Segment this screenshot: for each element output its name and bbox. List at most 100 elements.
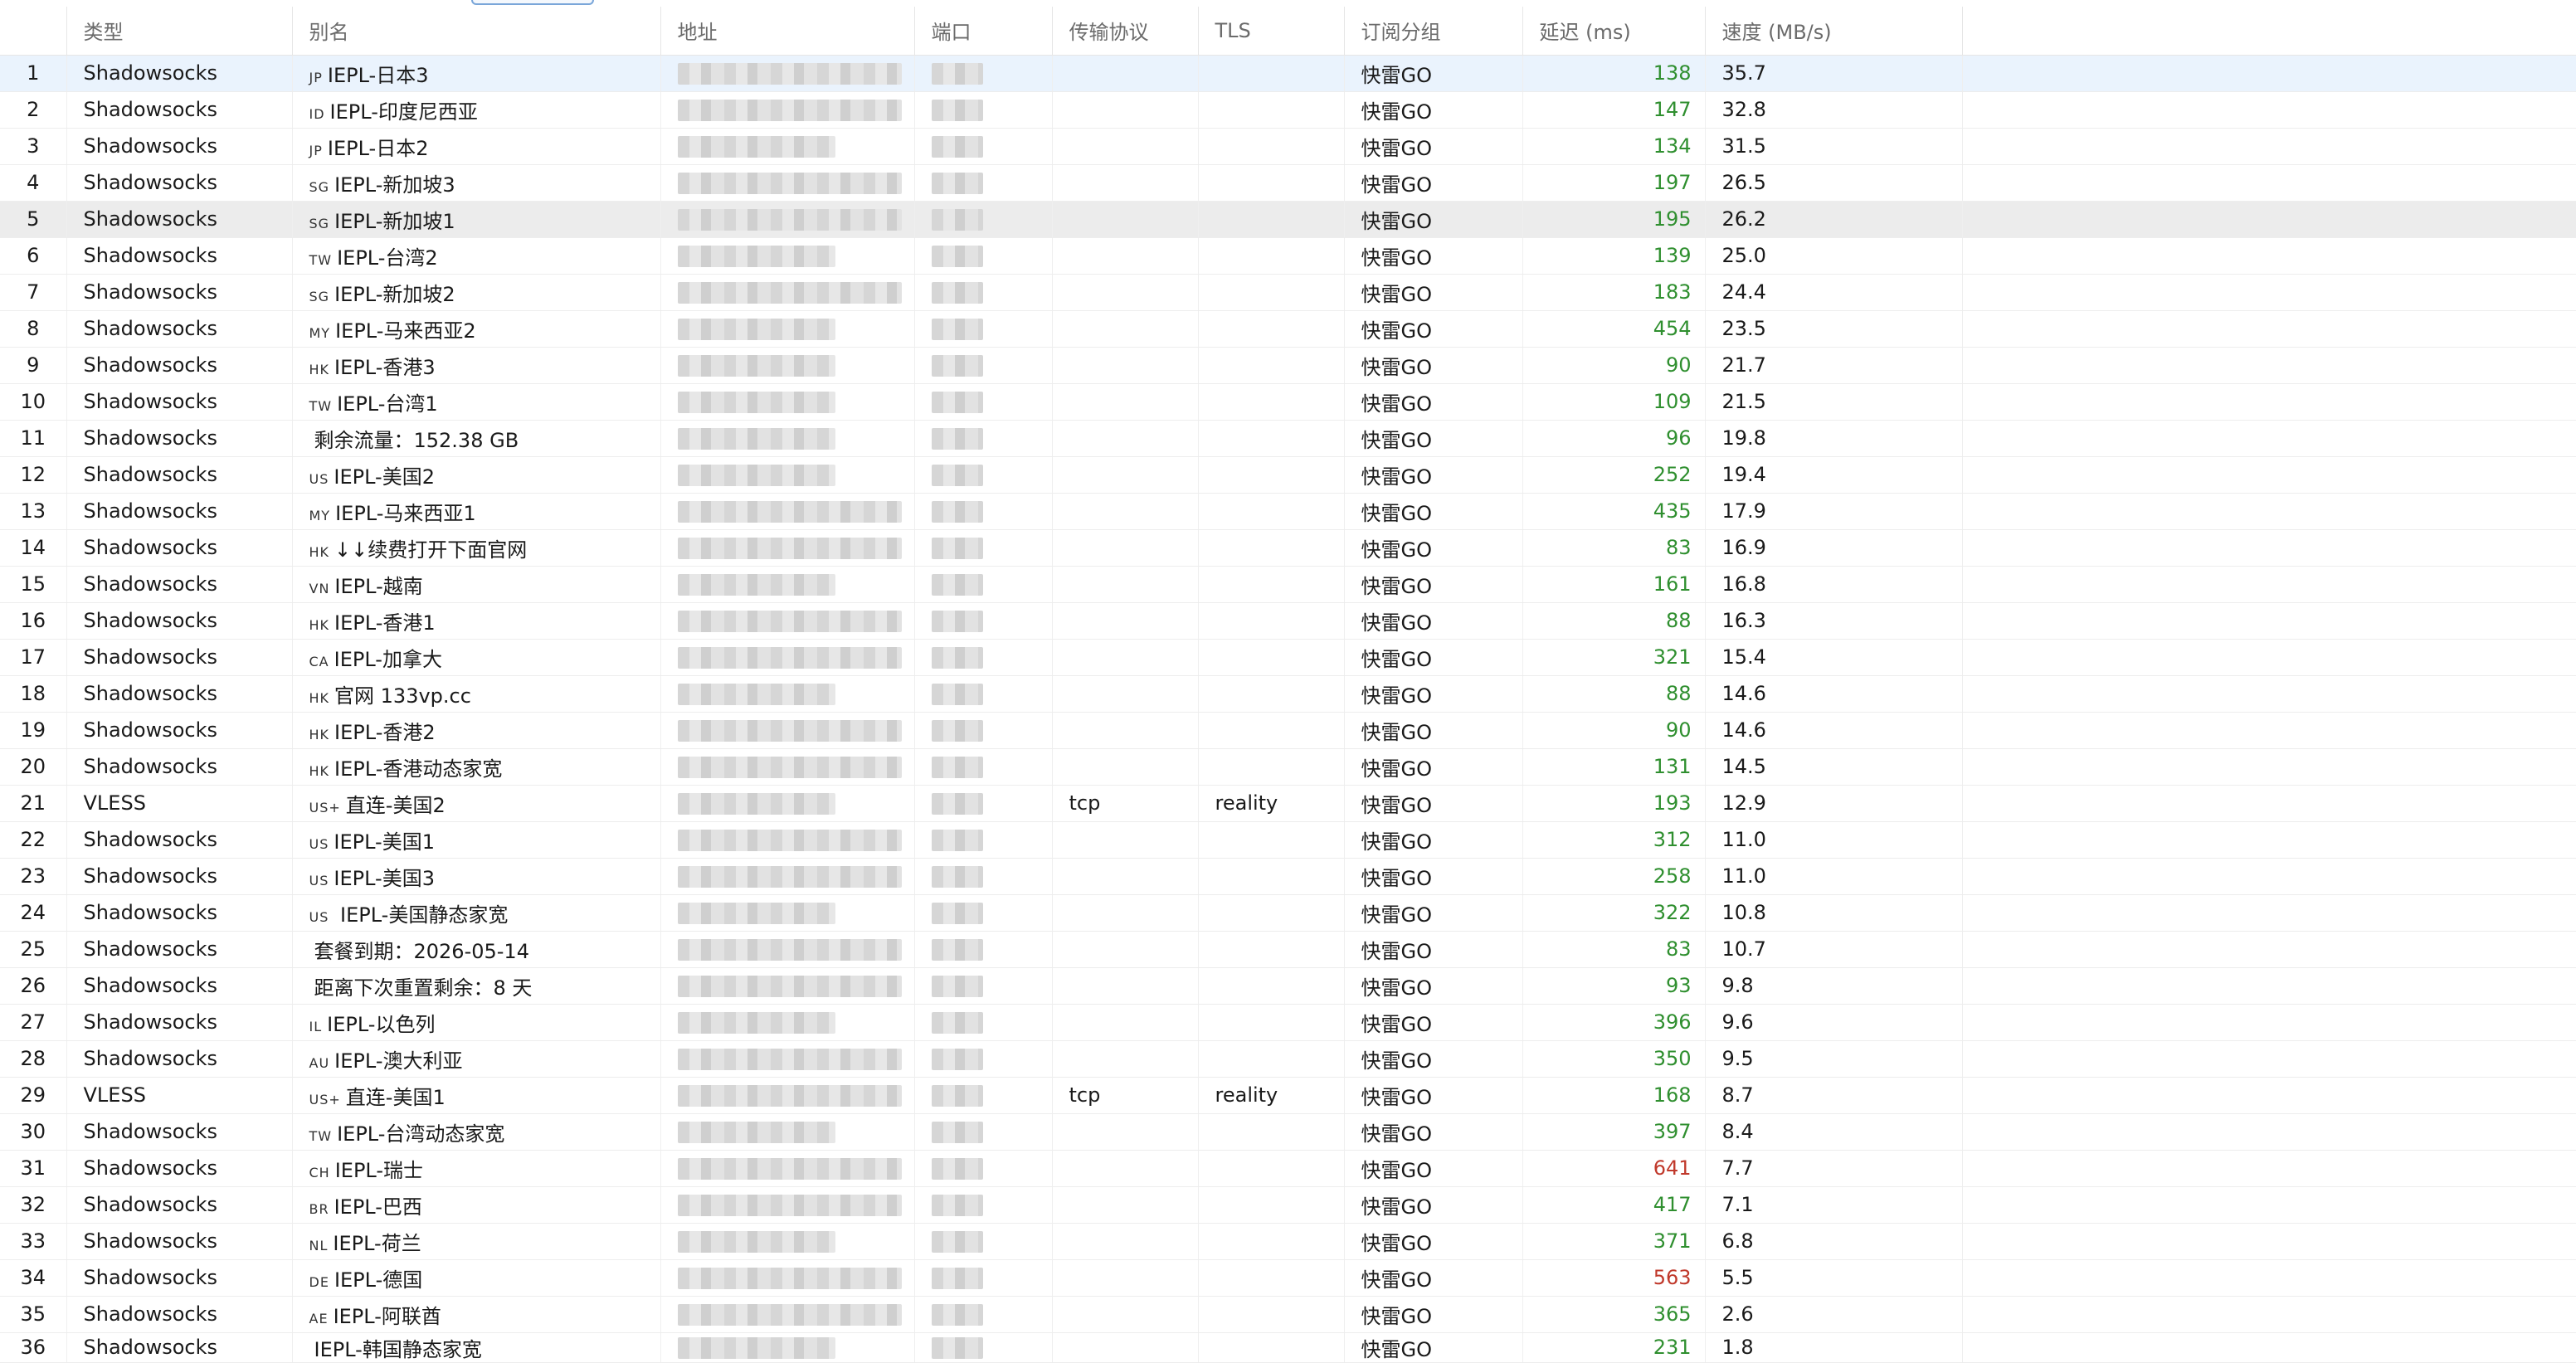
table-row[interactable]: 1 Shadowsocks JP IEPL-日本3 快雷GO 138 35.7 (0, 55, 2576, 92)
row-index: 27 (0, 1004, 67, 1041)
blurred-port (931, 720, 983, 742)
col-group-header[interactable]: 订阅分组 (1344, 7, 1523, 56)
country-code-badge: ID (309, 105, 325, 122)
row-type: VLESS (66, 785, 293, 822)
col-speed-header[interactable]: 速度 (MB/s) (1705, 7, 1963, 56)
table-row[interactable]: 22 Shadowsocks US IEPL-美国1 快雷GO 312 11.0 (0, 821, 2576, 859)
table-row[interactable]: 34 Shadowsocks DE IEPL-德国 快雷GO 563 5.5 (0, 1259, 2576, 1297)
table-row[interactable]: 7 Shadowsocks SG IEPL-新加坡2 快雷GO 183 24.4 (0, 274, 2576, 311)
table-row[interactable]: 32 Shadowsocks BR IEPL-巴西 快雷GO 417 7.1 (0, 1186, 2576, 1224)
row-tls (1198, 675, 1345, 713)
table-row[interactable]: 35 Shadowsocks AE IEPL-阿联酋 快雷GO 365 2.6 (0, 1296, 2576, 1333)
row-latency: 371 (1522, 1223, 1706, 1260)
blurred-address (677, 574, 835, 596)
row-address (660, 566, 915, 603)
row-index: 3 (0, 128, 67, 165)
table-row[interactable]: 14 Shadowsocks HK ↓↓续费打开下面官网 快雷GO 83 16.9 (0, 529, 2576, 567)
row-alias-text: IEPL-加拿大 (334, 647, 442, 671)
row-speed: 26.2 (1705, 201, 1963, 238)
blurred-port (931, 1231, 983, 1253)
col-address-header[interactable]: 地址 (660, 7, 915, 56)
table-row[interactable]: 33 Shadowsocks NL IEPL-荷兰 快雷GO 371 6.8 (0, 1223, 2576, 1260)
table-row[interactable]: 21 VLESS US+ 直连-美国2 tcp reality 快雷GO 193 12.9 (0, 785, 2576, 822)
table-row[interactable]: 31 Shadowsocks CH IEPL-瑞士 快雷GO 641 7.7 (0, 1150, 2576, 1187)
row-latency: 321 (1522, 639, 1706, 676)
table-row[interactable]: 10 Shadowsocks TW IEPL-台湾1 快雷GO 109 21.5 (0, 383, 2576, 421)
row-speed: 19.8 (1705, 420, 1963, 457)
table-row[interactable]: 12 Shadowsocks US IEPL-美国2 快雷GO 252 19.4 (0, 456, 2576, 494)
row-latency: 138 (1522, 55, 1706, 92)
table-row[interactable]: 24 Shadowsocks US IEPL-美国静态家宽 快雷GO 322 10.8 (0, 894, 2576, 932)
table-row[interactable]: 28 Shadowsocks AU IEPL-澳大利亚 快雷GO 350 9.5 (0, 1040, 2576, 1078)
col-index-header[interactable] (0, 7, 67, 56)
row-address (660, 1004, 915, 1041)
col-tls-header[interactable]: TLS (1198, 7, 1345, 56)
row-tls (1198, 602, 1345, 640)
country-code-badge: JP (309, 142, 323, 158)
table-row[interactable]: 25 Shadowsocks 套餐到期：2026-05-14 快雷GO 83 10.7 (0, 931, 2576, 968)
row-alias: 距离下次重置剩余：8 天 (292, 967, 661, 1005)
row-transport (1052, 712, 1199, 749)
table-row[interactable]: 11 Shadowsocks 剩余流量：152.38 GB 快雷GO 96 19.8 (0, 420, 2576, 457)
country-code-badge: US+ (309, 1091, 341, 1107)
row-alias-text: IEPL-马来西亚1 (335, 501, 476, 525)
table-row[interactable]: 20 Shadowsocks HK IEPL-香港动态家宽 快雷GO 131 14.5 (0, 748, 2576, 786)
table-row[interactable]: 27 Shadowsocks IL IEPL-以色列 快雷GO 396 9.6 (0, 1004, 2576, 1041)
table-row[interactable]: 16 Shadowsocks HK IEPL-香港1 快雷GO 88 16.3 (0, 602, 2576, 640)
blurred-port (931, 1337, 983, 1359)
row-group: 快雷GO (1344, 1332, 1523, 1363)
row-speed: 9.8 (1705, 967, 1963, 1005)
table-row[interactable]: 15 Shadowsocks VN IEPL-越南 快雷GO 161 16.8 (0, 566, 2576, 603)
row-filler (1962, 55, 2576, 92)
table-row[interactable]: 4 Shadowsocks SG IEPL-新加坡3 快雷GO 197 26.5 (0, 164, 2576, 202)
blurred-address (677, 1049, 902, 1070)
blurred-address (677, 136, 835, 158)
col-port-header[interactable]: 端口 (914, 7, 1053, 56)
table-row[interactable]: 18 Shadowsocks HK 官网 133vp.cc 快雷GO 88 14.6 (0, 675, 2576, 713)
table-row[interactable]: 30 Shadowsocks TW IEPL-台湾动态家宽 快雷GO 397 8.4 (0, 1113, 2576, 1151)
table-row[interactable]: 26 Shadowsocks 距离下次重置剩余：8 天 快雷GO 93 9.8 (0, 967, 2576, 1005)
row-alias: HK IEPL-香港动态家宽 (292, 748, 661, 786)
row-transport (1052, 894, 1199, 932)
row-latency: 231 (1522, 1332, 1706, 1363)
active-tab-indicator[interactable] (471, 0, 594, 5)
row-filler (1962, 1259, 2576, 1297)
col-latency-header[interactable]: 延迟 (ms) (1522, 7, 1706, 56)
row-tls (1198, 1150, 1345, 1187)
blurred-port (931, 1049, 983, 1070)
blurred-port (931, 1012, 983, 1034)
row-alias-text: IEPL-以色列 (327, 1012, 436, 1036)
table-row[interactable]: 6 Shadowsocks TW IEPL-台湾2 快雷GO 139 25.0 (0, 237, 2576, 275)
row-type: Shadowsocks (66, 201, 293, 238)
row-port (914, 456, 1053, 494)
table-row[interactable]: 17 Shadowsocks CA IEPL-加拿大 快雷GO 321 15.4 (0, 639, 2576, 676)
row-tls (1198, 1259, 1345, 1297)
row-alias: VN IEPL-越南 (292, 566, 661, 603)
row-tls (1198, 1186, 1345, 1224)
table-row[interactable]: 29 VLESS US+ 直连-美国1 tcp reality 快雷GO 168 8.7 (0, 1077, 2576, 1114)
table-row[interactable]: 8 Shadowsocks MY IEPL-马来西亚2 快雷GO 454 23.5 (0, 310, 2576, 348)
col-alias-header[interactable]: 别名 (292, 7, 661, 56)
table-row[interactable]: 9 Shadowsocks HK IEPL-香港3 快雷GO 90 21.7 (0, 347, 2576, 384)
row-port (914, 237, 1053, 275)
row-latency: 195 (1522, 201, 1706, 238)
table-row[interactable]: 23 Shadowsocks US IEPL-美国3 快雷GO 258 11.0 (0, 858, 2576, 895)
row-tls (1198, 201, 1345, 238)
row-alias-text: 距离下次重置剩余：8 天 (314, 976, 533, 1000)
table-row[interactable]: 19 Shadowsocks HK IEPL-香港2 快雷GO 90 14.6 (0, 712, 2576, 749)
table-row[interactable]: 36 Shadowsocks IEPL-韩国静态家宽 快雷GO 231 1.8 (0, 1332, 2576, 1363)
col-transport-header[interactable]: 传输协议 (1052, 7, 1199, 56)
blurred-port (931, 684, 983, 705)
table-row[interactable]: 5 Shadowsocks SG IEPL-新加坡1 快雷GO 195 26.2 (0, 201, 2576, 238)
row-index: 21 (0, 785, 67, 822)
table-row[interactable]: 3 Shadowsocks JP IEPL-日本2 快雷GO 134 31.5 (0, 128, 2576, 165)
row-tls (1198, 274, 1345, 311)
table-row[interactable]: 2 Shadowsocks ID IEPL-印度尼西亚 快雷GO 147 32.8 (0, 91, 2576, 129)
row-latency: 417 (1522, 1186, 1706, 1224)
blurred-port (931, 1304, 983, 1326)
row-latency: 641 (1522, 1150, 1706, 1187)
table-row[interactable]: 13 Shadowsocks MY IEPL-马来西亚1 快雷GO 435 17.9 (0, 493, 2576, 530)
col-type-header[interactable]: 类型 (66, 7, 293, 56)
row-group: 快雷GO (1344, 91, 1523, 129)
row-alias-text: IEPL-日本2 (327, 136, 429, 160)
